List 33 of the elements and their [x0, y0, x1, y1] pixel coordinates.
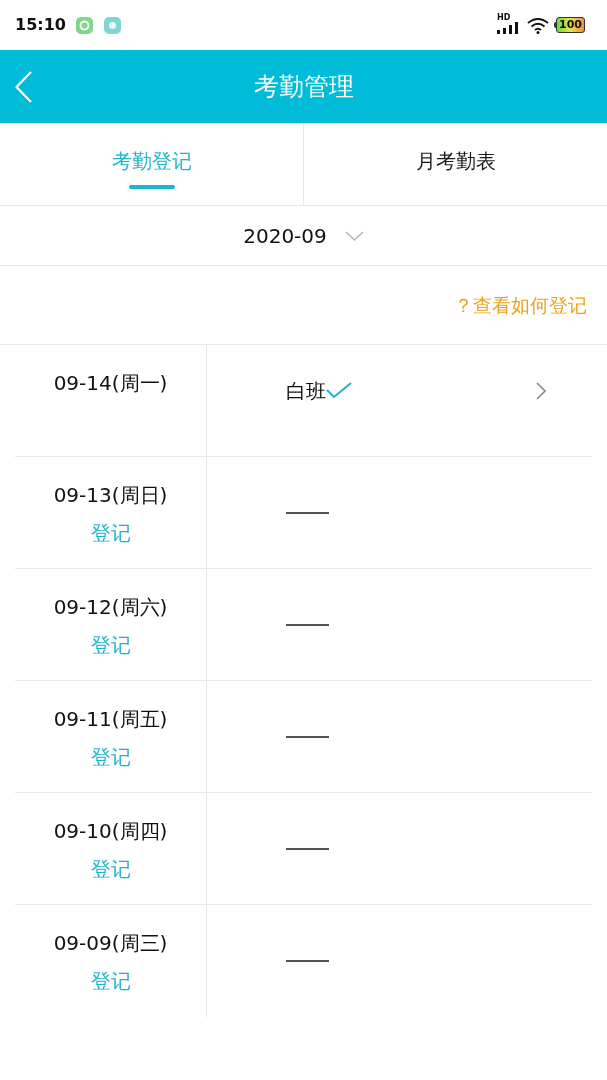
date-text: 09-09(周三): [53, 930, 168, 957]
network-type-text: HD: [497, 13, 511, 22]
date-text: 09-10(周四): [53, 818, 168, 845]
date-text: 09-12(周六): [53, 594, 168, 621]
shift-text: 白班: [286, 378, 326, 405]
dash-icon: [286, 847, 329, 850]
dash-icon: [286, 735, 329, 738]
battery-indicator: 100: [554, 17, 585, 33]
tab[interactable]: 月考勤表: [304, 123, 607, 205]
tab[interactable]: 考勤登记: [0, 123, 304, 205]
date-text: 09-13(周日): [53, 482, 168, 509]
register-link[interactable]: 登记: [90, 967, 131, 995]
dash-icon: [286, 511, 329, 514]
chevron-right-icon[interactable]: [536, 382, 546, 400]
tab-underline: [128, 185, 175, 189]
register-link[interactable]: 登记: [90, 743, 131, 771]
date-text: 09-14(周一): [53, 370, 168, 397]
month-picker[interactable]: 2020-09: [243, 220, 364, 251]
chevron-left-icon: [15, 70, 32, 103]
dash-icon: [286, 960, 329, 962]
dash-icon: [286, 623, 329, 626]
status-time: 15:10: [15, 14, 66, 36]
page-title: 考勤管理: [253, 70, 354, 103]
register-link[interactable]: 登记: [90, 855, 131, 883]
help-link[interactable]: ？查看如何登记: [454, 290, 587, 320]
register-link[interactable]: 登记: [90, 519, 131, 547]
register-link[interactable]: 登记: [90, 631, 131, 659]
back-button[interactable]: [15, 70, 32, 103]
date-text: 09-11(周五): [53, 706, 168, 733]
chevron-down-icon: [344, 230, 364, 241]
app-notification-icon: [75, 16, 93, 34]
app-notification-icon: [103, 16, 121, 34]
wifi-icon: [527, 16, 550, 34]
